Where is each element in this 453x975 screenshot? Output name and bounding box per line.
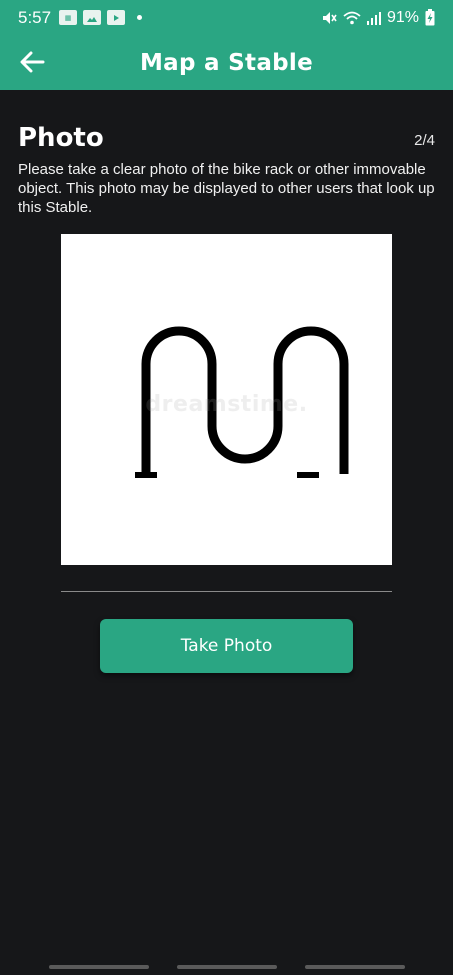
status-right: 91% <box>321 9 435 27</box>
step-counter: 2/4 <box>414 132 435 149</box>
nav-back-button[interactable] <box>304 964 405 969</box>
wifi-icon <box>343 11 361 24</box>
back-button[interactable] <box>15 45 49 79</box>
photo-preview: dreamstime. <box>61 234 392 565</box>
watermark-text: dreamstime. <box>145 392 308 417</box>
battery-charging-icon <box>425 9 435 26</box>
gallery-icon <box>83 10 102 25</box>
more-notifications-dot <box>137 15 143 20</box>
step-heading: Photo <box>18 123 104 153</box>
divider <box>61 591 392 592</box>
arrow-left-icon <box>20 51 45 73</box>
system-nav-bar <box>0 958 453 975</box>
page-title: Map a Stable <box>139 49 314 76</box>
signal-icon <box>366 11 381 25</box>
news-icon: ▦ <box>59 10 78 25</box>
status-bar: 5:57 ▦ 91% <box>0 0 453 35</box>
step-instructions: Please take a clear photo of the bike ra… <box>18 161 435 216</box>
nav-home-button[interactable] <box>176 964 277 969</box>
battery-percent: 91% <box>386 8 419 26</box>
status-time: 5:57 <box>18 7 52 27</box>
app-bar: Map a Stable <box>0 35 453 90</box>
take-photo-button[interactable]: Take Photo <box>100 619 353 673</box>
status-left: 5:57 ▦ <box>18 7 143 28</box>
mute-icon <box>322 11 337 24</box>
nav-recents-button[interactable] <box>48 964 149 969</box>
youtube-icon <box>107 10 126 25</box>
